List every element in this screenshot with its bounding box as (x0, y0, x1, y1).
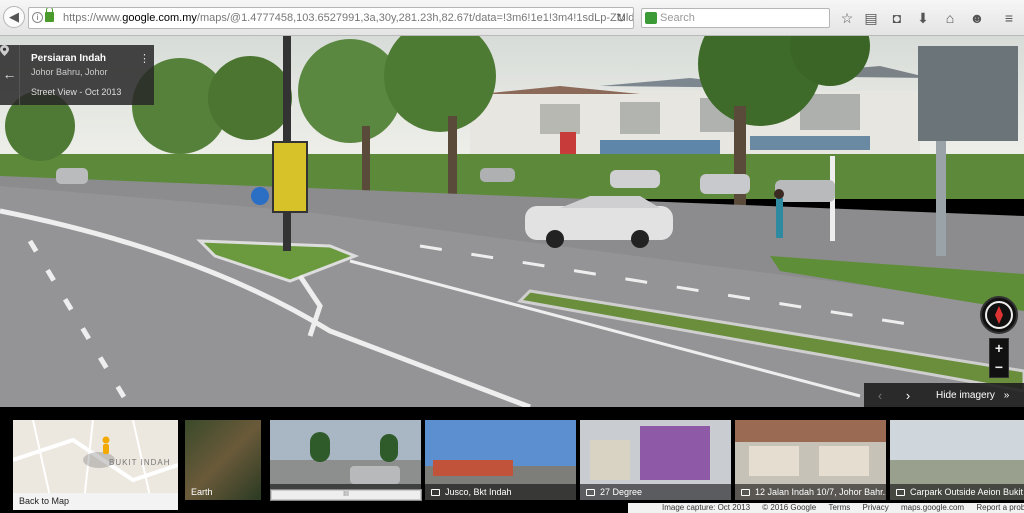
pocket-icon[interactable]: ◘ (888, 9, 906, 27)
pegman-icon (102, 436, 110, 454)
camera-icon (586, 489, 595, 496)
photo-tile-label: 12 Jalan Indah 10/7, Johor Bahr... (735, 484, 886, 500)
photo-tile[interactable] (270, 420, 421, 500)
zoom-control: + − (989, 338, 1009, 378)
hide-imagery-label: Hide imagery (936, 390, 995, 401)
photo-tile[interactable]: Jusco, Bkt Indah (425, 420, 576, 500)
scrollbar-grip: III (343, 491, 349, 498)
copyright: © 2016 Google (762, 503, 817, 512)
url-prefix: https://www. (63, 12, 123, 24)
zoom-out-button[interactable]: − (990, 358, 1008, 377)
home-icon[interactable]: ⌂ (941, 9, 959, 27)
place-area: Johor Bahru, Johor (31, 67, 108, 77)
download-icon[interactable]: ⬇ (914, 9, 932, 27)
photo-tile[interactable]: Carpark Outside Aeion Bukit Indah (890, 420, 1024, 500)
address-bar[interactable]: i https://www.google.com.my/maps/@1.4777… (28, 7, 634, 29)
earth-tile[interactable]: Earth (185, 420, 261, 500)
photo-tile-label-text: 12 Jalan Indah 10/7, Johor Bahr... (755, 487, 886, 497)
camera-icon (431, 489, 440, 496)
place-name[interactable]: Persiaran Indah (31, 53, 106, 64)
menu-icon[interactable]: ≡ (1000, 9, 1018, 27)
camera-icon (896, 489, 905, 496)
reload-icon[interactable]: ↻ (613, 10, 629, 26)
photo-tile[interactable]: 12 Jalan Indah 10/7, Johor Bahr... (735, 420, 886, 500)
terms-link[interactable]: Terms (828, 503, 850, 512)
chat-icon[interactable]: ☻ (968, 9, 986, 27)
prev-arrow-icon[interactable]: ‹ (866, 383, 894, 407)
domain-link[interactable]: maps.google.com (901, 503, 964, 512)
scrollbar-thumb[interactable]: III (272, 491, 420, 499)
reading-list-icon[interactable]: ▤ (862, 9, 880, 27)
filmstrip: BUKIT INDAH Back to Map Earth Jusco, Bkt… (0, 407, 1024, 513)
filmstrip-scrollbar[interactable]: III (270, 489, 422, 501)
map-pin-icon[interactable] (0, 45, 9, 56)
lock-icon (45, 8, 54, 22)
photo-tile-label: Carpark Outside Aeion Bukit Indah (890, 484, 1024, 500)
hide-imagery-button[interactable]: Hide imagery » (936, 390, 1009, 401)
search-input[interactable]: Search (641, 8, 830, 28)
next-arrow-icon[interactable]: › (894, 383, 922, 407)
url-path: /maps/@1.4777458,103.6527991,3a,30y,281.… (196, 12, 634, 24)
photo-tile[interactable]: 27 Degree (580, 420, 731, 500)
image-capture-date: Image capture: Oct 2013 (662, 503, 751, 512)
url-domain: google.com.my (122, 12, 197, 24)
search-engine-icon (645, 12, 657, 24)
street-view-panorama[interactable]: ← Persiaran Indah Johor Bahru, Johor Str… (0, 36, 1024, 407)
mini-map-tile[interactable]: BUKIT INDAH Back to Map (13, 420, 178, 510)
photo-tile-label: 27 Degree (580, 484, 731, 500)
imagery-bar: ‹ › Hide imagery » (864, 383, 1024, 407)
search-placeholder: Search (660, 12, 695, 24)
back-icon[interactable]: ◀ (3, 6, 25, 28)
street-view-date[interactable]: Street View - Oct 2013 (31, 87, 121, 97)
zoom-in-button[interactable]: + (990, 339, 1008, 358)
back-to-map-button[interactable]: Back to Map (13, 493, 178, 510)
privacy-link[interactable]: Privacy (862, 503, 888, 512)
info-icon[interactable]: i (32, 12, 43, 23)
footer-bar: Image capture: Oct 2013 © 2016 Google Te… (628, 503, 1024, 513)
earth-label: Earth (191, 487, 213, 497)
bookmark-star-icon[interactable]: ☆ (838, 9, 856, 27)
photo-tile-label: Jusco, Bkt Indah (425, 484, 576, 500)
more-options-icon[interactable]: ⋮ (139, 54, 150, 65)
compass-icon[interactable] (980, 296, 1018, 334)
photo-tile-label-text: Carpark Outside Aeion Bukit Indah (910, 487, 1024, 497)
photo-tile-label-text: Jusco, Bkt Indah (445, 487, 512, 497)
report-problem-link[interactable]: Report a problem (976, 503, 1024, 512)
browser-toolbar: ◀ i https://www.google.com.my/maps/@1.47… (0, 0, 1024, 36)
photo-tile-label-text: 27 Degree (600, 487, 643, 497)
hide-chevron-icon: » (1003, 390, 1010, 401)
place-card: ← Persiaran Indah Johor Bahru, Johor Str… (0, 45, 154, 105)
camera-icon (741, 489, 750, 496)
map-area-label: BUKIT INDAH (109, 458, 171, 467)
